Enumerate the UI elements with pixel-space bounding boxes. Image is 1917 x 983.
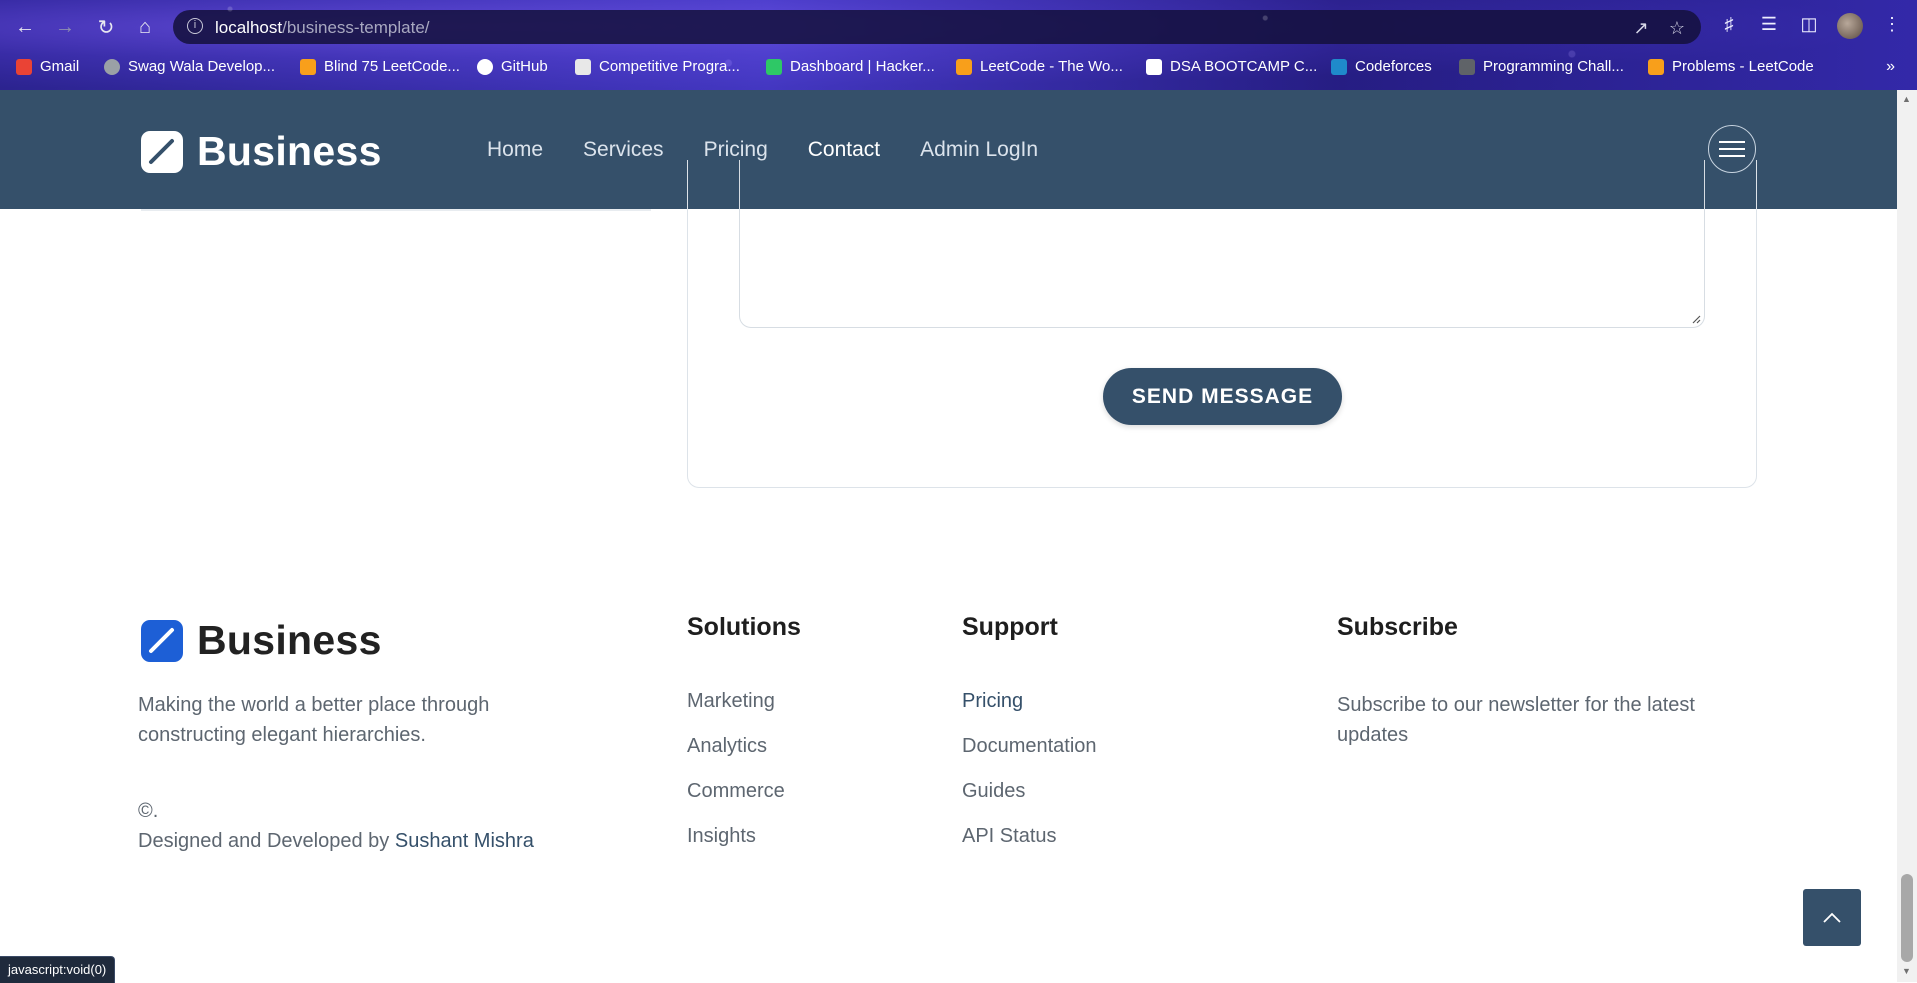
support-links: Pricing Documentation Guides API Status (962, 690, 1097, 870)
nav-link-home[interactable]: Home (487, 138, 543, 162)
site-info-icon[interactable]: i (187, 18, 203, 34)
send-message-button[interactable]: SEND MESSAGE (1103, 368, 1342, 425)
leetcode-icon (1648, 58, 1664, 75)
footer-link-pricing[interactable]: Pricing (962, 690, 1097, 735)
url-path: /business-template/ (282, 18, 430, 37)
scroll-up-arrow-icon[interactable]: ▲ (1902, 94, 1911, 104)
share-icon[interactable]: ↗ (1629, 16, 1653, 40)
scrollbar-thumb[interactable] (1901, 874, 1913, 962)
back-arrow-icon[interactable]: ← (12, 14, 38, 40)
bookmark-item[interactable]: Competitive Progra... (575, 58, 740, 75)
footer-link-marketing[interactable]: Marketing (687, 690, 785, 735)
bookmark-item[interactable]: Problems - LeetCode (1648, 58, 1814, 75)
subscribe-text: Subscribe to our newsletter for the late… (1337, 694, 1695, 746)
media-queue-icon[interactable]: ☰ (1757, 12, 1781, 36)
message-textarea[interactable] (739, 160, 1705, 328)
menu-kebab-icon[interactable]: ⋮ (1880, 12, 1904, 36)
main-nav: Home Services Pricing Contact Admin LogI… (487, 138, 1078, 162)
bookmark-label: Problems - LeetCode (1672, 58, 1814, 75)
nav-link-pricing[interactable]: Pricing (704, 138, 768, 162)
bookmark-item[interactable]: Programming Chall... (1459, 58, 1624, 75)
side-panel-icon[interactable]: ◫ (1797, 12, 1821, 36)
brand-logo-icon (141, 130, 183, 173)
codeforces-icon (1331, 58, 1347, 75)
credits-prefix: Designed and Developed by (138, 830, 395, 852)
bookmark-item[interactable]: Dashboard | Hacker... (766, 58, 935, 75)
bookmark-label: Dashboard | Hacker... (790, 58, 935, 75)
page-scrollbar[interactable]: ▲ ▼ (1897, 90, 1917, 982)
globe-icon (104, 58, 120, 75)
footer-copyright: ©. (138, 800, 159, 822)
bookmark-item[interactable]: GitHub (477, 58, 548, 75)
chevron-up-icon (1823, 912, 1841, 923)
doc-icon (1459, 58, 1475, 75)
bookmarks-bar: Gmail Swag Wala Develop... Blind 75 Leet… (0, 54, 1917, 82)
footer-link-insights[interactable]: Insights (687, 825, 785, 870)
footer-link-api-status[interactable]: API Status (962, 825, 1097, 870)
nav-link-services[interactable]: Services (583, 138, 664, 162)
leetcode-icon (956, 58, 972, 75)
gmail-icon (16, 58, 32, 75)
bookmark-item[interactable]: Blind 75 LeetCode... (300, 58, 460, 75)
bookmark-label: LeetCode - The Wo... (980, 58, 1123, 75)
browser-status-bar: javascript:void(0) (0, 956, 116, 983)
bookmark-item[interactable]: Gmail (16, 58, 79, 75)
browser-toolbar: ← → ↻ ⌂ i localhost/business-template/ ↗… (0, 8, 1917, 46)
bookmark-item[interactable]: DSA BOOTCAMP C... (1146, 58, 1317, 75)
bookmark-label: Gmail (40, 58, 80, 75)
extensions-puzzle-icon[interactable]: ♯ (1717, 12, 1741, 36)
leetcode-icon (300, 58, 316, 75)
url-text[interactable]: localhost/business-template/ (215, 18, 430, 38)
author-link[interactable]: Sushant Mishra (395, 830, 534, 852)
footer-brand-name: Business (197, 617, 382, 663)
bookmark-label: Swag Wala Develop... (128, 58, 276, 75)
footer-logo[interactable]: Business (141, 617, 382, 664)
footer-link-documentation[interactable]: Documentation (962, 735, 1097, 780)
forward-arrow-icon[interactable]: → (52, 14, 78, 40)
bookmark-label: Programming Chall... (1483, 58, 1624, 75)
bookmark-label: Blind 75 LeetCode... (324, 58, 460, 75)
nav-link-admin-login[interactable]: Admin LogIn (920, 138, 1038, 162)
solutions-heading: Solutions (687, 613, 801, 641)
more-bookmarks-icon[interactable]: » (1886, 58, 1895, 76)
bookmark-star-icon[interactable]: ☆ (1665, 16, 1689, 40)
scroll-down-arrow-icon[interactable]: ▼ (1902, 966, 1911, 976)
codechef-icon (575, 58, 591, 75)
footer-link-guides[interactable]: Guides (962, 780, 1097, 825)
nav-link-contact[interactable]: Contact (808, 138, 880, 162)
notion-icon (1146, 58, 1162, 75)
back-to-top-button[interactable] (1803, 889, 1861, 946)
brand-logo-icon (141, 619, 183, 662)
bookmark-item[interactable]: Swag Wala Develop... (104, 58, 275, 75)
footer-credits: Designed and Developed by Sushant Mishra (138, 830, 534, 853)
support-heading: Support (962, 613, 1058, 641)
url-host: localhost (215, 18, 283, 37)
bookmark-label: DSA BOOTCAMP C... (1170, 58, 1318, 75)
header-brand-name: Business (197, 128, 382, 174)
footer-tagline: Making the world a better place through … (138, 694, 490, 746)
bookmark-label: Codeforces (1355, 58, 1432, 75)
subscribe-heading: Subscribe (1337, 613, 1458, 641)
solutions-links: Marketing Analytics Commerce Insights (687, 690, 785, 870)
footer-link-analytics[interactable]: Analytics (687, 735, 785, 780)
footer-link-commerce[interactable]: Commerce (687, 780, 785, 825)
home-icon[interactable]: ⌂ (132, 14, 158, 40)
bookmark-item[interactable]: LeetCode - The Wo... (956, 58, 1123, 75)
bookmark-label: GitHub (501, 58, 548, 75)
bookmark-item[interactable]: Codeforces (1331, 58, 1432, 75)
profile-avatar[interactable] (1837, 13, 1863, 39)
contact-info-card-edge (141, 209, 651, 211)
bookmark-label: Competitive Progra... (599, 58, 740, 75)
header-logo[interactable]: Business (141, 128, 382, 175)
github-icon (477, 58, 493, 75)
hackerrank-icon (766, 58, 782, 75)
resize-grip-icon[interactable] (1692, 315, 1701, 324)
address-bar[interactable]: i localhost/business-template/ ↗ ☆ (173, 10, 1701, 44)
reload-icon[interactable]: ↻ (93, 14, 119, 40)
browser-chrome: ← → ↻ ⌂ i localhost/business-template/ ↗… (0, 0, 1917, 90)
